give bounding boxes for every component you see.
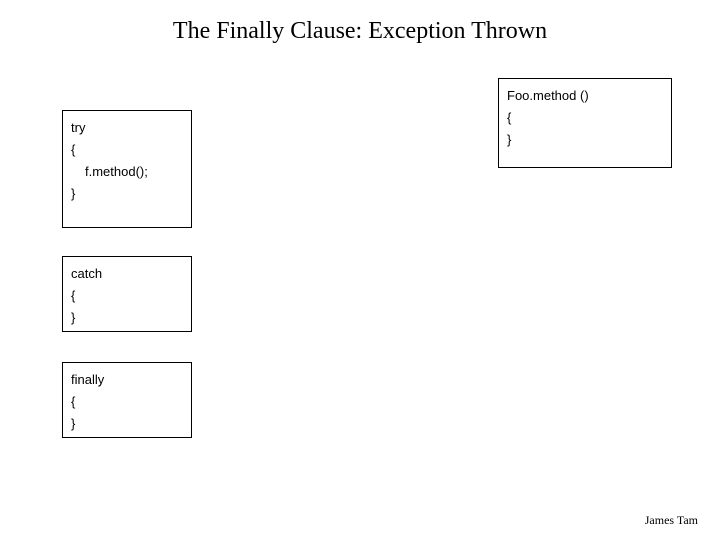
footer-author: James Tam <box>645 513 698 528</box>
code-line: catch <box>71 263 183 285</box>
code-line: f.method(); <box>71 161 183 183</box>
code-line: } <box>71 183 183 205</box>
code-line: } <box>71 307 183 329</box>
code-line: } <box>507 129 663 151</box>
catch-block: catch { } <box>62 256 192 332</box>
code-line: finally <box>71 369 183 391</box>
finally-block: finally { } <box>62 362 192 438</box>
code-line: try <box>71 117 183 139</box>
slide-title: The Finally Clause: Exception Thrown <box>0 0 720 45</box>
code-line: { <box>507 107 663 129</box>
code-line: { <box>71 139 183 161</box>
code-line: Foo.method () <box>507 85 663 107</box>
code-line: { <box>71 285 183 307</box>
code-line: } <box>71 413 183 435</box>
foo-method-block: Foo.method () { } <box>498 78 672 168</box>
try-block: try { f.method(); } <box>62 110 192 228</box>
code-line: { <box>71 391 183 413</box>
